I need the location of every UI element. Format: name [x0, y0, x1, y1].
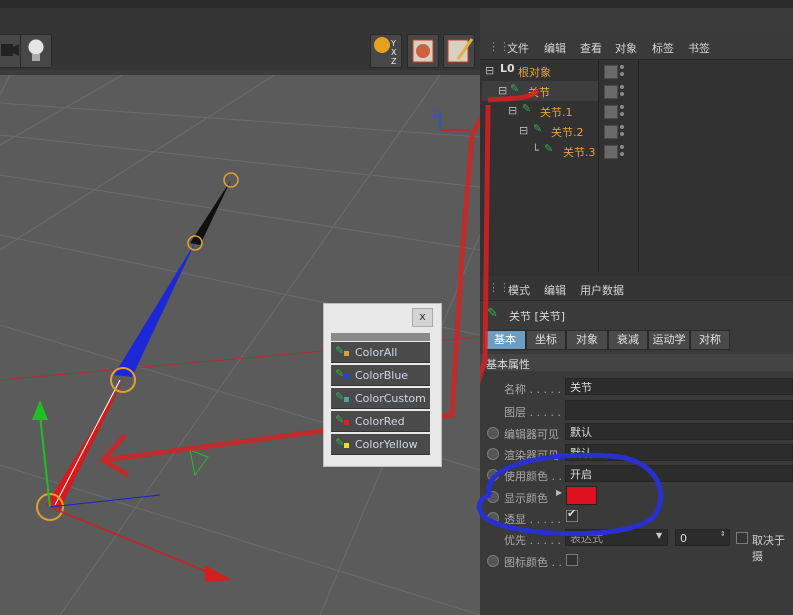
svg-text:X: X: [391, 48, 397, 57]
light-bulb-icon: [27, 38, 45, 61]
color-swatch: [344, 374, 349, 379]
svg-text:Z: Z: [391, 57, 397, 66]
menu-object[interactable]: 对象: [615, 40, 637, 56]
menu-edit[interactable]: 编辑: [544, 40, 566, 56]
layer-flag[interactable]: [604, 65, 618, 79]
stepper-icon[interactable]: ⇕: [720, 530, 726, 538]
menu-view[interactable]: 查看: [580, 40, 602, 56]
object-manager-menu: ⋮⋮ 文件 编辑 查看 对象 标签 书签: [480, 33, 793, 60]
xyz-coordinate-icon: YXZ: [374, 37, 397, 66]
menu-bookmarks[interactable]: 书签: [688, 40, 710, 56]
layer-flag[interactable]: [604, 85, 618, 99]
color-swatch: [344, 397, 349, 402]
joint-icon: ✎: [335, 413, 345, 426]
joint-icon: ✎: [335, 367, 345, 380]
title-bar: [0, 0, 793, 8]
color-swatch: [344, 443, 349, 448]
joint-icon: ✎: [335, 344, 345, 357]
z-axis-handle[interactable]: [49, 494, 161, 508]
popup-grip[interactable]: [331, 333, 430, 341]
tab-falloff[interactable]: 衰减: [608, 330, 648, 350]
icon-color-label: 图标颜色 . .: [504, 556, 562, 569]
depends-checkbox[interactable]: [736, 532, 748, 544]
camera-icon: [1, 44, 19, 56]
annotation-ellipse: [476, 452, 664, 537]
svg-text:Y: Y: [390, 39, 396, 48]
y-axis-handle[interactable]: [39, 414, 51, 508]
layer-flag[interactable]: [604, 125, 618, 139]
menu-file[interactable]: 文件: [507, 40, 529, 56]
close-button[interactable]: x: [412, 308, 433, 327]
bone-red: [46, 377, 125, 509]
color-item-all[interactable]: ✎ ColorAll: [331, 342, 430, 363]
main-toolbar: YXZ: [0, 8, 480, 70]
color-item-yellow[interactable]: ✎ ColorYellow: [331, 434, 430, 455]
layer-flag[interactable]: [604, 105, 618, 119]
color-swatch: [344, 420, 349, 425]
axis-label: Z: [433, 110, 439, 120]
color-item-red[interactable]: ✎ ColorRed: [331, 411, 430, 432]
render-picture-icon: [447, 38, 474, 63]
render-region-button[interactable]: [407, 34, 439, 68]
color-item-custom[interactable]: ✎ ColorCustom: [331, 388, 430, 409]
camera-button[interactable]: [0, 34, 22, 68]
color-item-blue[interactable]: ✎ ColorBlue: [331, 365, 430, 386]
tab-kinematics[interactable]: 运动学: [648, 330, 690, 350]
icon-color-checkbox[interactable]: [566, 554, 578, 566]
render-picture-button[interactable]: [443, 34, 475, 68]
joint-icon: ✎: [335, 390, 345, 403]
depends-label: 取决于摄: [752, 534, 785, 563]
bone-black: [190, 180, 231, 245]
color-swatch: [344, 351, 349, 356]
coordinate-system-button[interactable]: YXZ: [370, 34, 402, 68]
menu-tags[interactable]: 标签: [652, 40, 674, 56]
render-region-icon: [412, 39, 434, 63]
anim-radio[interactable]: [487, 555, 499, 567]
joint-icon: ✎: [335, 436, 345, 449]
light-button[interactable]: [20, 34, 52, 68]
x-axis-handle[interactable]: [49, 506, 216, 576]
tab-symmetry[interactable]: 对称: [690, 330, 730, 350]
layer-flag[interactable]: [604, 145, 618, 159]
